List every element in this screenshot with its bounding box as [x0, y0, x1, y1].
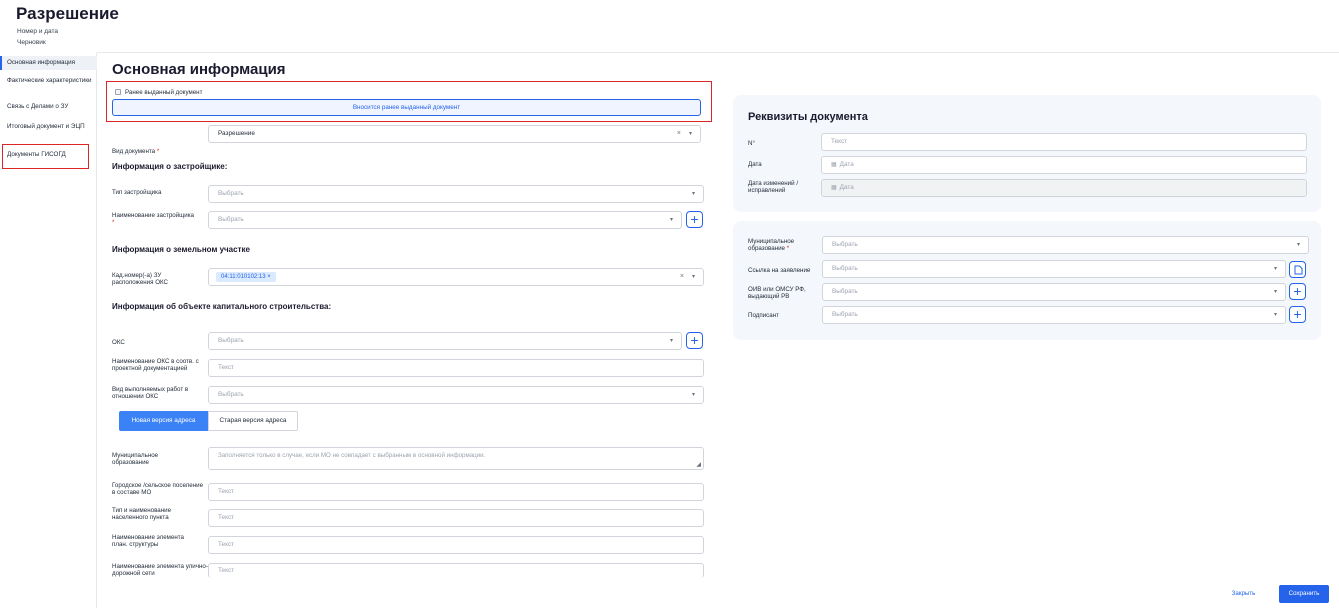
address-mun-label: Муниципальное образование [112, 452, 159, 466]
add-signer-button[interactable]: + [1289, 306, 1306, 323]
page-subtitle: Номер и дата [17, 28, 59, 35]
extra-mun-select[interactable]: Выбрать ▾ [822, 236, 1309, 254]
requisites-title: Реквизиты документа [748, 111, 868, 123]
doc-type-label: Вид документа * [112, 148, 160, 155]
status-text: Черновик [17, 39, 46, 46]
document-icon [1294, 265, 1303, 275]
oks-label: ОКС [112, 339, 125, 346]
extra-mun-label: Муниципальное образование * [748, 238, 795, 252]
land-heading: Информация о земельном участке [112, 245, 250, 254]
previous-doc-button[interactable]: Вносится ранее выданный документ [112, 99, 701, 116]
plan-structure-input[interactable]: Текст [208, 536, 704, 554]
chevron-down-icon: ▾ [688, 131, 692, 137]
highlight-frame [2, 144, 89, 169]
works-type-label: Вид выполняемых работ в отношении ОКС [112, 386, 189, 400]
street-input[interactable]: Текст [208, 563, 704, 578]
cadastral-select[interactable]: 04:11:010102:13 × × ▾ [208, 268, 704, 286]
chevron-down-icon: ▾ [691, 392, 695, 398]
open-document-button[interactable] [1289, 261, 1306, 278]
works-type-select[interactable]: Выбрать ▾ [208, 386, 704, 404]
chip-close-icon: × [267, 274, 271, 280]
doc-date-label: Дата [748, 161, 762, 168]
section-title: Основная информация [112, 61, 286, 78]
previous-doc-label: Ранее выданный документ [125, 89, 203, 96]
oks-select[interactable]: Выбрать ▾ [208, 332, 682, 350]
sidebar-item-final-document[interactable]: Итоговый документ и ЭЦП [0, 123, 97, 131]
calendar-icon: ▦ [831, 185, 837, 191]
developer-type-select[interactable]: Выбрать ▾ [208, 185, 704, 203]
add-oks-button[interactable]: + [686, 332, 703, 349]
header-divider [97, 52, 1339, 53]
chevron-down-icon: ▾ [669, 217, 673, 223]
oks-name-label: Наименование ОКС в соотв. с проектной до… [112, 358, 199, 372]
oiv-label: ОИВ или ОМСУ РФ, выдающий РВ [748, 286, 806, 300]
tab-new-address[interactable]: Новая версия адреса [119, 411, 208, 431]
close-button[interactable]: Закрыть [1226, 585, 1261, 602]
chevron-down-icon: ▾ [1273, 312, 1277, 318]
add-developer-button[interactable]: + [686, 211, 703, 228]
settlement-input[interactable]: Текст [208, 483, 704, 501]
chevron-down-icon: ▾ [1273, 289, 1277, 295]
developer-name-label: Наименование застройщика * [112, 212, 194, 226]
chevron-down-icon: ▾ [691, 191, 695, 197]
sidebar: Основная информация Фактические характер… [0, 53, 97, 608]
application-link-label: Ссылка на заявление [748, 267, 811, 274]
developer-heading: Информация о застройщике: [112, 162, 228, 171]
signer-label: Подписант [748, 312, 779, 319]
doc-type-select[interactable]: Разрешение × ▾ [208, 125, 701, 143]
doc-number-label: N° [748, 140, 755, 147]
locality-input[interactable]: Текст [208, 509, 704, 527]
street-label: Наименование элемента улично-дорожной се… [112, 563, 208, 577]
page-title: Разрешение [16, 4, 119, 23]
sidebar-item-land-cases[interactable]: Связь с Делами о ЗУ [0, 103, 97, 111]
locality-label: Тип и наименование населенного пункта [112, 507, 172, 521]
doc-number-input[interactable]: Текст [821, 133, 1307, 151]
oks-name-input[interactable]: Текст [208, 359, 704, 377]
oks-heading: Информация об объекте капитального строи… [112, 302, 332, 311]
change-date-input: ▦ Дата [821, 179, 1307, 197]
add-oiv-button[interactable]: + [1289, 283, 1306, 300]
resize-handle-icon[interactable]: ◢ [696, 461, 701, 468]
developer-type-label: Тип застройщика [112, 189, 162, 196]
previous-doc-checkbox[interactable] [115, 89, 121, 95]
chevron-down-icon: ▾ [1273, 266, 1277, 272]
save-button[interactable]: Сохранить [1279, 585, 1329, 603]
clear-icon[interactable]: × [680, 269, 684, 285]
developer-name-select[interactable]: Выбрать ▾ [208, 211, 682, 229]
cadastral-label: Кад.номер(-а) ЗУ расположения ОКС [112, 272, 169, 286]
tab-old-address[interactable]: Старая версия адреса [208, 411, 298, 431]
clear-icon[interactable]: × [677, 126, 681, 142]
address-mun-textarea[interactable]: Заполняется только в случае, если МО не … [208, 447, 704, 470]
settlement-label: Городское /сельское поселение в составе … [112, 482, 204, 496]
cadastral-chip[interactable]: 04:11:010102:13 × [216, 272, 276, 282]
chevron-down-icon: ▾ [691, 274, 695, 280]
chevron-down-icon: ▾ [1296, 242, 1300, 248]
sidebar-item-characteristics[interactable]: Фактические характеристики [0, 77, 97, 85]
change-date-label: Дата изменений / исправлений [748, 180, 799, 194]
sidebar-item-main-info[interactable]: Основная информация [0, 56, 97, 70]
signer-select[interactable]: Выбрать ▾ [822, 306, 1286, 324]
plan-structure-label: Наименование элемента план. структуры [112, 534, 185, 548]
application-link-select[interactable]: Выбрать ▾ [822, 260, 1286, 278]
chevron-down-icon: ▾ [669, 338, 673, 344]
calendar-icon: ▦ [831, 162, 837, 168]
oiv-select[interactable]: Выбрать ▾ [822, 283, 1286, 301]
doc-date-input[interactable]: ▦ Дата [821, 156, 1307, 174]
